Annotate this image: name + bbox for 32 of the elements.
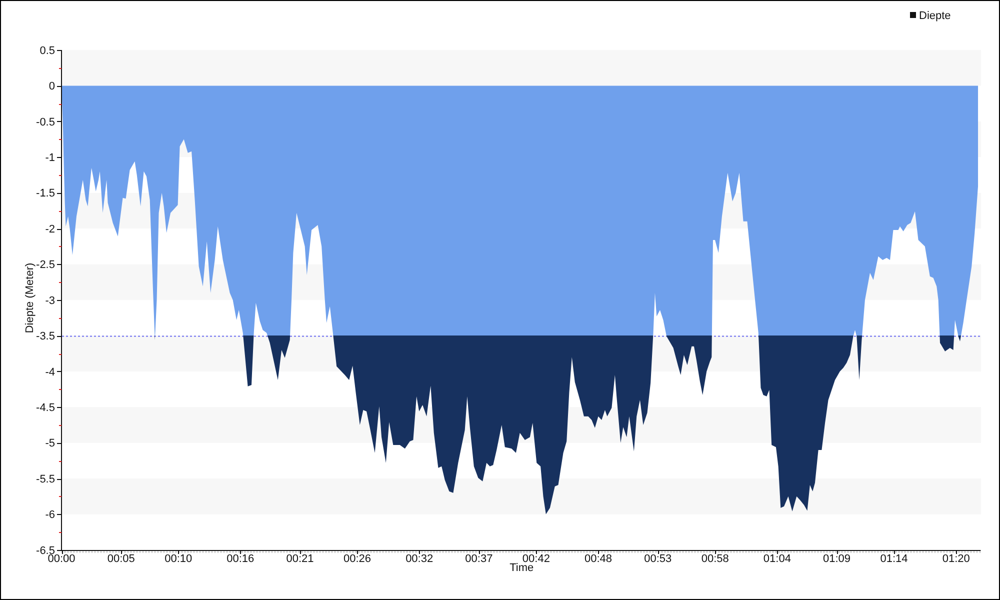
x-tick-label: 01:20 [942,552,970,565]
y-tick-label: -4 [45,366,55,378]
y-tick-label: -5.5 [36,473,55,486]
x-tick-label: 00:48 [584,552,612,565]
x-tick-label: 00:58 [701,552,729,565]
legend-swatch-icon [910,12,916,18]
y-tick-label: -1.5 [36,188,55,200]
y-tick-label: -5 [45,438,55,450]
x-tick-label: 00:37 [465,552,493,565]
y-tick-label: 0.5 [40,44,55,57]
y-tick-label: -3.5 [36,330,55,343]
y-tick-label: -1 [45,152,55,164]
x-tick-label: 00:00 [48,552,76,565]
y-tick-label: -6 [45,509,55,522]
y-tick-label: -0.5 [36,116,55,128]
x-tick-label: 01:14 [880,552,908,565]
x-tick-label: 00:32 [406,552,434,565]
legend-label: Diepte [919,10,951,22]
y-tick-label: -2.5 [36,259,55,272]
x-tick-label: 00:05 [107,552,135,565]
x-tick-label: 00:21 [286,552,314,565]
y-tick-label: 0 [48,80,55,93]
x-tick-label: 00:16 [226,552,254,565]
y-axis-title: Diepte (Meter) [24,262,36,334]
y-tick-label: -4.5 [36,402,55,414]
x-tick-label: 00:26 [344,552,372,565]
x-tick-label: 00:53 [644,552,672,565]
y-tick-label: -3 [45,294,55,307]
y-tick-label: -2 [45,223,55,236]
x-tick-label: 01:09 [823,552,851,565]
x-tick-label: 01:04 [763,552,791,565]
x-tick-label: 00:10 [164,552,192,565]
